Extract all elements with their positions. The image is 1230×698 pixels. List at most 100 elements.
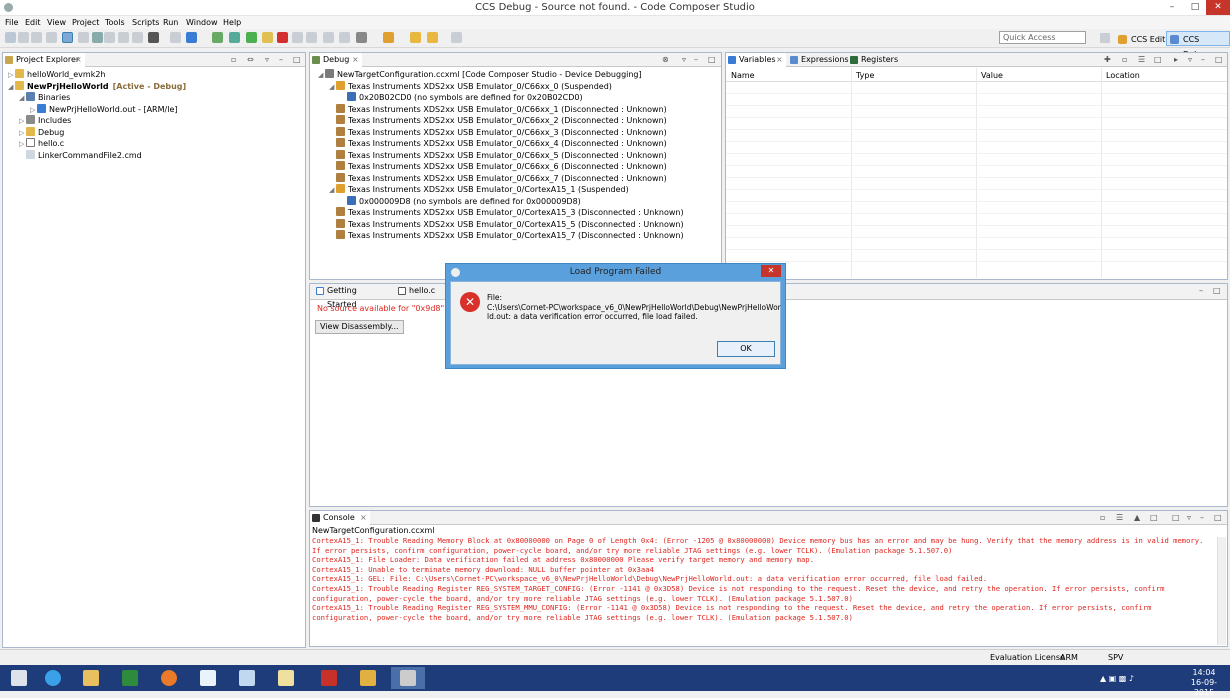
maximize-view-icon[interactable]: □: [708, 56, 716, 64]
link-editor-icon[interactable]: ⇔: [247, 56, 255, 64]
menu-file[interactable]: File: [5, 16, 18, 29]
asm-step-icon[interactable]: [323, 32, 334, 43]
pin-icon[interactable]: [383, 32, 394, 43]
ok-button[interactable]: OK: [717, 341, 775, 357]
tree-item[interactable]: ◢ Binaries: [8, 92, 186, 104]
menu-run[interactable]: Run: [163, 16, 178, 29]
settings-icon[interactable]: [356, 32, 367, 43]
tree-item[interactable]: 0x20B02CD0 (no symbols are defined for 0…: [318, 92, 684, 104]
column-type[interactable]: Type: [856, 71, 874, 80]
tree-item[interactable]: LinkerCommandFile2.cmd: [8, 149, 186, 162]
tree-item[interactable]: ◢ Texas Instruments XDS2xx USB Emulator_0…: [318, 80, 684, 93]
tree-item[interactable]: Texas Instruments XDS2xx USB Emulator_0/…: [318, 126, 684, 139]
save-icon[interactable]: [18, 32, 29, 43]
next-annotation-icon[interactable]: [410, 32, 421, 43]
build-icon[interactable]: [148, 32, 159, 43]
perspective-ccs-debug-button[interactable]: CCS Debug: [1166, 31, 1230, 59]
tree-item[interactable]: ▷ Includes: [8, 115, 186, 127]
menu-view[interactable]: View: [47, 16, 66, 29]
tree-item[interactable]: ▷ Debug: [8, 126, 186, 139]
column-name[interactable]: Name: [731, 71, 755, 80]
minimize-view-icon[interactable]: –: [1201, 56, 1209, 64]
print-icon[interactable]: [46, 32, 57, 43]
view-menu-icon[interactable]: ▿: [682, 56, 690, 64]
clock[interactable]: 14:04 16-09-2015: [1182, 668, 1226, 698]
forward-icon[interactable]: [451, 32, 462, 43]
tab-hello-c[interactable]: hello.c: [396, 284, 446, 298]
load-icon[interactable]: [132, 32, 143, 43]
back-icon[interactable]: [427, 32, 438, 43]
tree-item[interactable]: Texas Instruments XDS2xx USB Emulator_0/…: [318, 115, 684, 127]
display-console-icon[interactable]: □: [1150, 514, 1158, 522]
step-into-icon[interactable]: [292, 32, 303, 43]
tree-item[interactable]: ▷ helloWorld_evmk2h: [8, 69, 186, 81]
tree-item[interactable]: ◢ NewPrjHelloWorld [Active - Debug]: [8, 80, 186, 93]
tab-debug[interactable]: Debug ×: [310, 53, 362, 67]
scroll-lock-icon[interactable]: ☰: [1116, 514, 1124, 522]
tab-registers[interactable]: Registers: [848, 53, 898, 67]
acrobat-icon[interactable]: [312, 667, 346, 689]
menu-window[interactable]: Window: [186, 16, 218, 29]
breakpoint-icon[interactable]: [104, 32, 115, 43]
tree-item[interactable]: ▷ NewPrjHelloWorld.out - [ARM/le]: [8, 103, 186, 116]
tree-item[interactable]: Texas Instruments XDS2xx USB Emulator_0/…: [318, 207, 684, 219]
debug-view-toggle-icon[interactable]: [62, 32, 73, 43]
collapse-all-icon[interactable]: ▫: [231, 56, 239, 64]
tab-variables[interactable]: Variables ×: [726, 53, 786, 67]
minimize-view-icon[interactable]: –: [279, 56, 287, 64]
tree-item[interactable]: Texas Instruments XDS2xx USB Emulator_0/…: [318, 149, 684, 162]
tab-console[interactable]: Console ×: [310, 511, 370, 525]
tab-getting-started[interactable]: Getting Started: [314, 284, 388, 309]
tree-item[interactable]: Texas Instruments XDS2xx USB Emulator_0/…: [318, 172, 684, 185]
tree-item[interactable]: Texas Instruments XDS2xx USB Emulator_0/…: [318, 161, 684, 173]
internet-explorer-icon[interactable]: [36, 667, 70, 689]
view-menu-icon[interactable]: ▿: [1187, 514, 1195, 522]
minimize-button[interactable]: –: [1160, 0, 1184, 15]
close-button[interactable]: ✕: [1206, 0, 1230, 15]
menu-edit[interactable]: Edit: [25, 16, 41, 29]
view-menu-icon[interactable]: ▿: [265, 56, 273, 64]
tree-item[interactable]: ◢ NewTargetConfiguration.ccxml [Code Comp…: [318, 69, 684, 81]
select-all-icon[interactable]: □: [1154, 56, 1162, 64]
notes-icon[interactable]: [269, 667, 303, 689]
memory-icon[interactable]: [339, 32, 350, 43]
step-group-icon[interactable]: [118, 32, 129, 43]
tree-item[interactable]: Texas Instruments XDS2xx USB Emulator_0/…: [318, 218, 684, 231]
open-perspective-icon[interactable]: [1100, 33, 1110, 43]
step-over-icon[interactable]: [212, 32, 223, 43]
tab-project-explorer[interactable]: Project Explorer ×: [3, 53, 85, 67]
firefox-icon[interactable]: [152, 667, 186, 689]
dialog-close-button[interactable]: ✕: [761, 265, 781, 277]
maximize-view-icon[interactable]: □: [1215, 56, 1223, 64]
notepad-icon[interactable]: [191, 667, 225, 689]
terminate-icon[interactable]: [277, 32, 288, 43]
console-scrollbar[interactable]: [1217, 537, 1226, 645]
clear-console-icon[interactable]: ▫: [1100, 514, 1108, 522]
resume-icon[interactable]: [246, 32, 257, 43]
reset-icon[interactable]: [170, 32, 181, 43]
tree-item[interactable]: Texas Instruments XDS2xx USB Emulator_0/…: [318, 138, 684, 150]
ccs-folder-icon[interactable]: [351, 667, 385, 689]
ccs-icon[interactable]: [391, 667, 425, 689]
menu-tools[interactable]: Tools: [105, 16, 125, 29]
show-type-icon[interactable]: ☰: [1138, 56, 1146, 64]
quick-access-input[interactable]: Quick Access: [999, 31, 1086, 44]
pin-console-icon[interactable]: ▲: [1134, 514, 1142, 522]
windows-start-icon[interactable]: [2, 667, 36, 689]
pin-icon[interactable]: ▸: [1174, 56, 1182, 64]
save-all-icon[interactable]: [31, 32, 42, 43]
step-return-icon[interactable]: [306, 32, 317, 43]
tree-item[interactable]: 0x000009D8 (no symbols are defined for 0…: [318, 195, 684, 208]
tree-item[interactable]: ◢ Texas Instruments XDS2xx USB Emulator_0…: [318, 184, 684, 196]
maximize-view-icon[interactable]: □: [293, 56, 301, 64]
perspective-ccs-edit-button[interactable]: CCS Edit: [1114, 31, 1170, 46]
collapse-icon[interactable]: ▫: [1122, 56, 1130, 64]
tree-item[interactable]: Texas Instruments XDS2xx USB Emulator_0/…: [318, 103, 684, 116]
close-tab-icon[interactable]: ×: [352, 53, 359, 67]
file-explorer-icon[interactable]: [74, 667, 108, 689]
menu-scripts[interactable]: Scripts: [132, 16, 159, 29]
maximize-button[interactable]: □: [1183, 0, 1207, 15]
column-location[interactable]: Location: [1106, 71, 1140, 80]
view-disassembly-button[interactable]: View Disassembly...: [315, 320, 404, 334]
remove-terminated-icon[interactable]: ⊗: [662, 56, 670, 64]
